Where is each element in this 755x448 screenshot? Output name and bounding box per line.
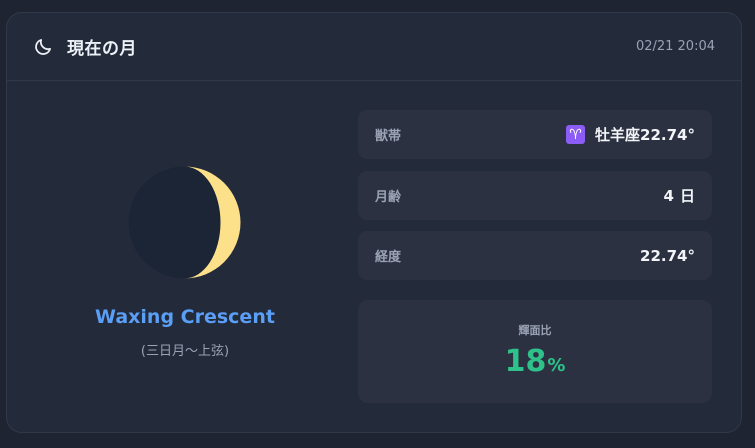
moon-phase-name: Waxing Crescent	[95, 306, 275, 328]
zodiac-value: ♈ 牡羊座 22.74°	[566, 124, 695, 145]
card-header: 現在の月 02/21 20:04	[7, 13, 741, 81]
moon-age-value: 4 日	[664, 185, 695, 206]
moon-phase-subtitle: (三日月〜上弦)	[140, 344, 230, 359]
zodiac-label: 獣帯	[375, 129, 402, 144]
longitude-label: 経度	[375, 250, 402, 265]
illumination-value: 18%	[358, 344, 712, 379]
aries-icon: ♈	[566, 125, 586, 144]
zodiac-degrees: 22.74°	[640, 125, 695, 144]
moon-age-unit: 日	[679, 187, 695, 205]
moon-age-row: 月齢 4 日	[358, 171, 712, 220]
longitude-row: 経度 22.74°	[358, 231, 712, 280]
illumination-label: 輝面比	[518, 324, 552, 337]
moon-icon	[33, 37, 53, 57]
zodiac-sign: 牡羊座	[595, 126, 641, 144]
illumination-box: 輝面比 18%	[358, 300, 712, 403]
zodiac-row: 獣帯 ♈ 牡羊座 22.74°	[358, 110, 712, 159]
moon-phase-graphic	[128, 166, 241, 279]
moon-age-label: 月齢	[375, 190, 402, 205]
longitude-value: 22.74°	[640, 246, 695, 265]
illumination-unit: %	[547, 355, 566, 376]
illumination-number: 18	[504, 344, 547, 379]
timestamp: 02/21 20:04	[635, 39, 715, 54]
current-moon-card: 現在の月 02/21 20:04 Waxing Crescent (三日月〜上弦…	[6, 12, 742, 433]
moon-phase-panel: Waxing Crescent (三日月〜上弦)	[7, 82, 357, 432]
moon-age-number: 4	[663, 186, 674, 205]
page-title: 現在の月	[67, 39, 137, 59]
